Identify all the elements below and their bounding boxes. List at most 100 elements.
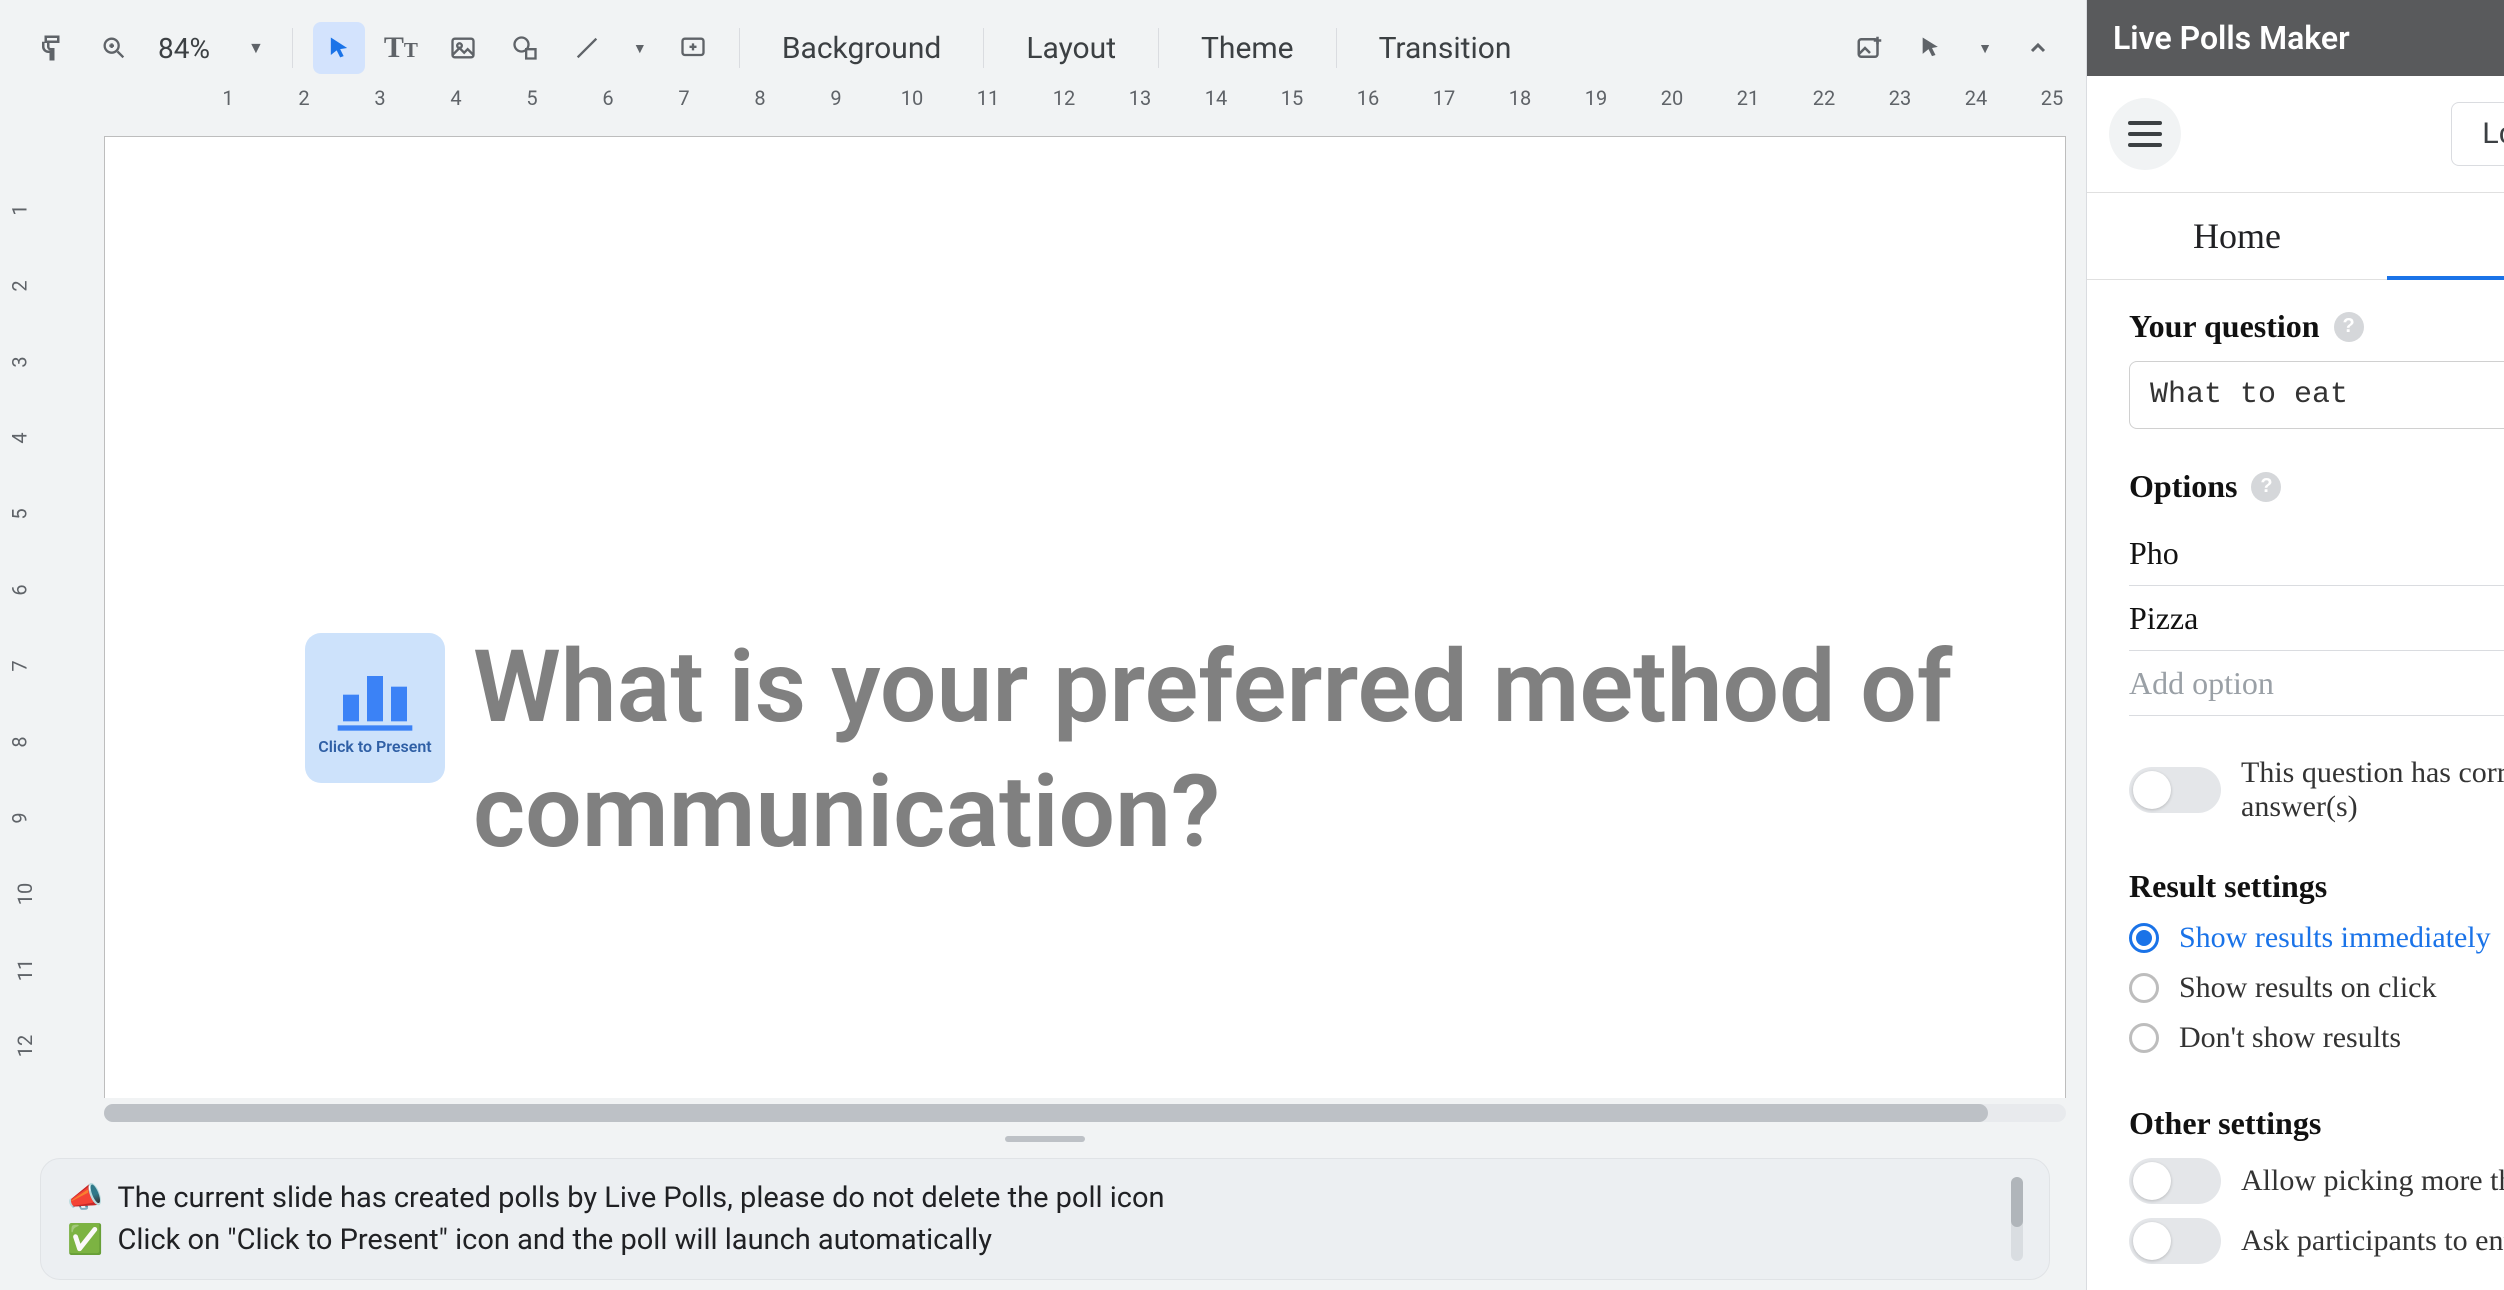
ruler-v-number: 3	[8, 356, 32, 367]
menu-icon[interactable]	[2109, 98, 2181, 170]
toolbar: 84% ▼ TT ▼ Background Layout Theme	[4, 16, 2086, 86]
ruler-v-number: 6	[8, 584, 32, 595]
multi-pick-toggle-row: Allow picking more than one op	[2129, 1158, 2504, 1204]
radio-icon	[2129, 1023, 2159, 1053]
ruler-h-number: 23	[1889, 86, 1911, 110]
separator	[1158, 28, 1159, 68]
notice-scrollbar-thumb[interactable]	[2011, 1177, 2023, 1227]
slide-title[interactable]: What is your preferred method of communi…	[473, 625, 2005, 875]
chevron-down-icon: ▼	[248, 38, 264, 58]
image-tool-button[interactable]	[437, 22, 489, 74]
help-icon[interactable]: ?	[2334, 312, 2364, 342]
option-input[interactable]	[2129, 535, 2504, 572]
sidebar-title: Live Polls Maker	[2113, 19, 2350, 57]
paint-format-button[interactable]	[26, 22, 78, 74]
result-radio-onclick[interactable]: Show results on click	[2129, 971, 2504, 1005]
ruler-v-number: 8	[8, 736, 32, 747]
ruler-v-number: 10	[13, 883, 37, 905]
ruler-h-number: 9	[830, 86, 841, 110]
comment-button[interactable]	[667, 22, 719, 74]
help-icon[interactable]: ?	[2251, 472, 2281, 502]
ruler-v-number: 2	[8, 280, 32, 291]
notice-panel: 📣 The current slide has created polls by…	[40, 1158, 2050, 1280]
ruler-h-number: 25	[2041, 86, 2063, 110]
background-button[interactable]: Background	[760, 22, 963, 74]
scrollbar-thumb[interactable]	[104, 1104, 1988, 1122]
collapse-toolbar-button[interactable]	[2012, 22, 2064, 74]
tab-edit[interactable]: Edit	[2387, 193, 2504, 279]
ruler-h-number: 24	[1965, 86, 1987, 110]
multi-pick-toggle[interactable]	[2129, 1158, 2221, 1204]
result-radio-none[interactable]: Don't show results	[2129, 1021, 2504, 1055]
ruler-v-number: 9	[8, 812, 32, 823]
ruler-v-number: 1	[8, 204, 32, 215]
line-tool-button[interactable]	[561, 22, 613, 74]
ruler-h-number: 1	[222, 86, 233, 110]
radio-icon	[2129, 923, 2159, 953]
result-settings-label: Result settings	[2129, 868, 2504, 905]
select-tool-button[interactable]	[313, 22, 365, 74]
other-settings-label: Other settings	[2129, 1105, 2504, 1142]
correct-answer-toggle-row: This question has correct answer(s)	[2129, 756, 2504, 824]
panel-resize-handle[interactable]	[1005, 1136, 1085, 1142]
tab-home[interactable]: Home	[2087, 193, 2387, 279]
ruler-h-number: 12	[1053, 86, 1075, 110]
separator	[292, 28, 293, 68]
separator	[739, 28, 740, 68]
text-tool-button[interactable]: TT	[375, 22, 427, 74]
notice-line-2: Click on "Click to Present" icon and the…	[118, 1223, 992, 1257]
zoom-icon-button[interactable]	[88, 22, 140, 74]
shape-tool-button[interactable]	[499, 22, 551, 74]
ruler-h-number: 6	[602, 86, 613, 110]
correct-answer-toggle[interactable]	[2129, 767, 2221, 813]
zoom-value: 84%	[158, 32, 210, 65]
separator	[983, 28, 984, 68]
canvas-area[interactable]: Click to Present What is your preferred …	[48, 116, 2086, 1098]
ruler-h-number: 4	[450, 86, 461, 110]
theme-button[interactable]: Theme	[1179, 22, 1316, 74]
ruler-h-number: 5	[526, 86, 537, 110]
add-option-input[interactable]	[2129, 665, 2504, 702]
ruler-h-number: 15	[1281, 86, 1303, 110]
insert-image-plus-button[interactable]	[1844, 22, 1896, 74]
line-tool-dropdown[interactable]: ▼	[623, 22, 657, 74]
layout-button[interactable]: Layout	[1004, 22, 1138, 74]
poll-present-icon[interactable]: Click to Present	[305, 633, 445, 783]
option-input[interactable]	[2129, 600, 2504, 637]
ruler-h-number: 21	[1737, 86, 1759, 110]
ruler-h-number: 20	[1661, 86, 1683, 110]
notice-content: 📣 The current slide has created polls by…	[67, 1177, 1997, 1261]
login-button[interactable]: Login Now	[2451, 102, 2504, 166]
multi-pick-label: Allow picking more than one op	[2241, 1164, 2504, 1198]
transition-button[interactable]: Transition	[1357, 22, 1534, 74]
zoom-dropdown[interactable]: 84% ▼	[150, 22, 272, 74]
check-emoji: ✅	[67, 1223, 103, 1257]
slide[interactable]: Click to Present What is your preferred …	[104, 136, 2066, 1098]
ruler-h-number: 3	[374, 86, 385, 110]
ask-names-toggle[interactable]	[2129, 1218, 2221, 1264]
ruler-h-number: 10	[901, 86, 923, 110]
mask-image-button[interactable]	[1906, 22, 1958, 74]
radio-icon	[2129, 973, 2159, 1003]
ruler-h-number: 11	[977, 86, 999, 110]
ask-names-toggle-row: Ask participants to enter their na	[2129, 1218, 2504, 1264]
sidebar-tabs: Home Edit	[2087, 192, 2504, 280]
notice-scrollbar[interactable]	[2011, 1177, 2023, 1261]
sidebar-topbar: Login Now	[2087, 76, 2504, 192]
sidebar-body: Your question ? What to eat Options ?	[2087, 280, 2504, 1290]
option-row	[2129, 586, 2504, 651]
poll-icon-caption: Click to Present	[318, 737, 431, 756]
question-input[interactable]: What to eat	[2129, 361, 2504, 429]
ruler-horizontal: 1234567891011121314151617181920212223242…	[4, 86, 2086, 116]
megaphone-emoji: 📣	[67, 1181, 103, 1215]
ruler-v-number: 7	[8, 660, 32, 671]
mask-dropdown[interactable]: ▼	[1968, 22, 2002, 74]
ask-names-label: Ask participants to enter their na	[2241, 1224, 2504, 1258]
ruler-v-number: 4	[8, 432, 32, 443]
ruler-h-number: 19	[1585, 86, 1607, 110]
option-row	[2129, 521, 2504, 586]
ruler-h-number: 8	[754, 86, 765, 110]
horizontal-scrollbar[interactable]	[104, 1104, 2066, 1122]
separator	[1336, 28, 1337, 68]
result-radio-immediate[interactable]: Show results immediately	[2129, 921, 2504, 955]
